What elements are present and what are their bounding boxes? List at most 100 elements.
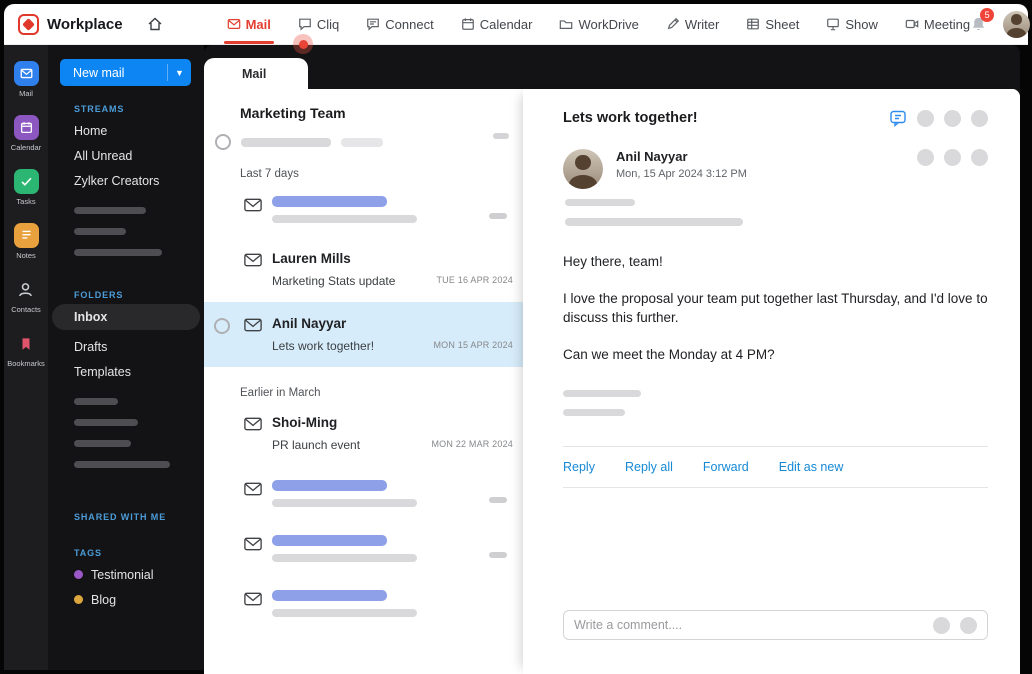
presentation-icon [827, 18, 840, 31]
topnav-sheet[interactable]: Sheet [746, 17, 799, 32]
tasks-app-icon [13, 169, 39, 194]
skeleton-date-bar [489, 552, 507, 558]
edit-as-new-link[interactable]: Edit as new [779, 460, 844, 474]
section-label-recent: Last 7 days [240, 168, 299, 180]
rail-item-calendar[interactable]: Calendar [11, 115, 41, 152]
drive-icon [560, 20, 573, 29]
topnav-meeting[interactable]: Meeting [905, 17, 970, 32]
email-date: TUE 16 APR 2024 [436, 275, 513, 285]
sidebar-item-zylker-creators[interactable]: Zylker Creators [48, 168, 204, 193]
new-mail-button[interactable]: New mail ▼ [60, 59, 191, 86]
rail-item-mail[interactable]: Mail [13, 61, 39, 98]
mail-app-icon [13, 61, 39, 86]
placeholder-action-circle [917, 149, 934, 166]
email-item-lauren-mills[interactable]: Lauren Mills Marketing Stats update TUE … [204, 237, 523, 302]
sender-name: Anil Nayyar [616, 149, 688, 164]
envelope-icon [244, 253, 262, 267]
email-checkbox[interactable] [214, 318, 230, 334]
envelope-icon [244, 482, 262, 496]
topnav-cliq[interactable]: Cliq [298, 17, 339, 32]
home-icon[interactable] [147, 16, 163, 32]
topnav-show[interactable]: Show [826, 17, 878, 32]
skeleton-bar [272, 196, 387, 207]
top-navigation: Mail Cliq Connect Calendar WorkDrive Wri… [223, 17, 970, 44]
rail-item-contacts[interactable]: Contacts [11, 277, 41, 314]
rail-item-bookmarks[interactable]: Bookmarks [7, 331, 45, 368]
notifications-button[interactable]: 5 [970, 7, 995, 33]
skeleton-bar [74, 228, 126, 235]
brand-name: Workplace [47, 15, 123, 33]
video-camera-icon [905, 19, 919, 29]
envelope-icon [244, 198, 262, 212]
reply-link[interactable]: Reply [563, 460, 595, 474]
content-area: Mail Marketing Team Last 7 days Lauren M… [204, 45, 1020, 674]
rail-item-notes[interactable]: Notes [13, 223, 39, 260]
sidebar-item-all-unread[interactable]: All Unread [48, 143, 204, 168]
speech-icon [367, 18, 380, 31]
rail-item-tasks[interactable]: Tasks [13, 169, 39, 206]
email-item-skeleton[interactable] [204, 576, 523, 631]
spreadsheet-icon [747, 18, 760, 30]
email-item-shoi-ming[interactable]: Shoi-Ming PR launch event MON 22 MAR 202… [204, 401, 523, 466]
sender-row: Anil Nayyar Mon, 15 Apr 2024 3:12 PM [563, 149, 988, 189]
envelope-icon [244, 537, 262, 551]
email-item-skeleton[interactable] [204, 182, 523, 237]
scrollbar-thumb[interactable] [493, 133, 509, 139]
email-subject-title: Lets work together! [563, 110, 698, 126]
envelope-icon [244, 318, 262, 332]
comment-icon[interactable] [889, 109, 907, 127]
email-body: Hey there, team! I love the proposal you… [563, 252, 988, 364]
notification-badge: 5 [980, 7, 995, 22]
divider [563, 487, 988, 489]
topnav-mail[interactable]: Mail [223, 17, 275, 44]
email-date: MON 22 MAR 2024 [431, 439, 513, 449]
tab-mail[interactable]: Mail [204, 58, 308, 89]
tag-color-dot [74, 570, 83, 579]
tags-section-label: TAGS [74, 548, 102, 558]
skeleton-bar [272, 480, 387, 491]
sidebar-item-templates[interactable]: Templates [48, 359, 204, 384]
skeleton-bar [74, 207, 146, 214]
email-item-skeleton[interactable] [204, 466, 523, 521]
calendar-app-icon [13, 115, 39, 140]
topnav-calendar[interactable]: Calendar [461, 17, 532, 32]
reply-all-link[interactable]: Reply all [625, 460, 673, 474]
sidebar-item-inbox[interactable]: Inbox [52, 304, 200, 330]
topnav-writer[interactable]: Writer [666, 17, 719, 32]
placeholder-action-circle [971, 109, 988, 127]
placeholder-action-circle [971, 149, 988, 166]
sidebar-tag-testimonial[interactable]: Testimonial [48, 562, 204, 587]
mail-list-panel: Marketing Team Last 7 days Lauren Mills [204, 89, 523, 674]
sidebar-item-drafts[interactable]: Drafts [48, 334, 204, 359]
user-avatar[interactable] [1003, 10, 1031, 38]
chevron-down-icon[interactable]: ▼ [167, 64, 191, 81]
brand: Workplace [4, 13, 123, 35]
body-paragraph: I love the proposal your team put togeth… [563, 290, 988, 326]
select-all-checkbox[interactable] [215, 134, 231, 150]
folders-section-label: FOLDERS [74, 290, 124, 300]
email-item-skeleton[interactable] [204, 521, 523, 576]
topnav-workdrive[interactable]: WorkDrive [559, 17, 639, 32]
topbar-right: 5 [970, 7, 1032, 38]
sidebar-tag-blog[interactable]: Blog [48, 587, 204, 612]
email-item-anil-nayyar[interactable]: Anil Nayyar Lets work together! MON 15 A… [204, 302, 523, 367]
skeleton-bar [241, 137, 331, 147]
pen-icon [667, 17, 680, 30]
placeholder-action-circle [917, 109, 934, 127]
forward-link[interactable]: Forward [703, 460, 749, 474]
sender-avatar [563, 149, 603, 189]
placeholder-comment-circle [933, 616, 950, 634]
sidebar-item-home[interactable]: Home [48, 118, 204, 143]
comment-box [563, 610, 988, 641]
skeleton-bar [272, 609, 417, 617]
app-rail: Mail Calendar Tasks Notes Contacts Bookm… [4, 45, 48, 670]
skeleton-bar [563, 390, 641, 398]
comment-row [563, 610, 988, 641]
topnav-connect[interactable]: Connect [366, 17, 434, 32]
email-sender: Lauren Mills [272, 251, 351, 266]
mail-icon [227, 19, 240, 29]
bookmarks-app-icon [13, 331, 38, 356]
skeleton-bar [272, 590, 387, 601]
comment-input[interactable] [574, 618, 923, 633]
mail-sidebar: New mail ▼ STREAMS Home All Unread Zylke… [48, 45, 204, 670]
